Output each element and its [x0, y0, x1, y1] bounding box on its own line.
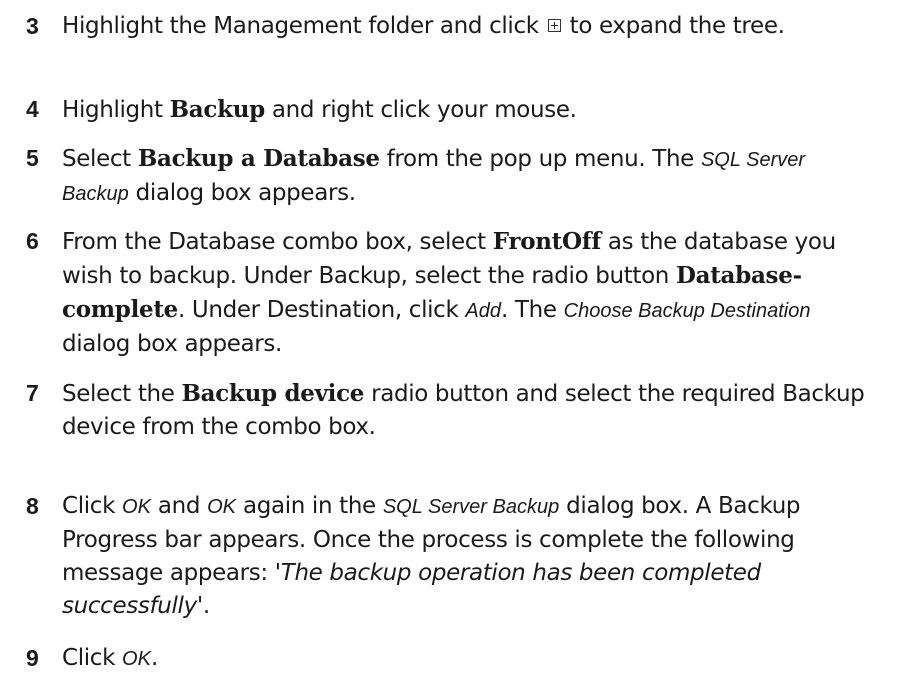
- step-text: Select Backup a Database from the pop up…: [62, 145, 806, 206]
- ui-term: OK: [122, 496, 151, 518]
- step-number: 8: [26, 493, 39, 519]
- bold-term: Backup a Database: [137, 145, 380, 172]
- bold-term: Backup device: [181, 380, 365, 407]
- ui-term: Add: [465, 300, 501, 322]
- step-number: 3: [26, 13, 39, 39]
- ui-term: Choose Backup Destination: [563, 300, 811, 322]
- expand-tree-icon: [547, 19, 561, 32]
- instruction-page: 3 Highlight the Management folder and cl…: [0, 0, 906, 698]
- step-number: 9: [26, 645, 39, 671]
- step-text: Click OK.: [62, 645, 158, 671]
- ui-term: OK: [122, 648, 151, 670]
- step-text: Click OK and OK again in the SQL Server …: [62, 493, 801, 619]
- ui-term: SQL Server Backup: [382, 496, 560, 518]
- step-text: Highlight the Management folder and clic…: [62, 13, 785, 39]
- step-number: 6: [26, 228, 39, 254]
- bold-term: Backup: [169, 96, 266, 123]
- step-number: 5: [26, 145, 39, 171]
- step-text: Highlight Backup and right click your mo…: [62, 96, 577, 123]
- step-text: From the Database combo box, select Fron…: [62, 228, 836, 357]
- step-number: 4: [26, 96, 39, 122]
- ui-term: OK: [207, 496, 236, 518]
- bold-term: FrontOff: [492, 228, 601, 255]
- step-number: 7: [26, 380, 39, 406]
- step-text: Select the Backup device radio button an…: [62, 380, 865, 440]
